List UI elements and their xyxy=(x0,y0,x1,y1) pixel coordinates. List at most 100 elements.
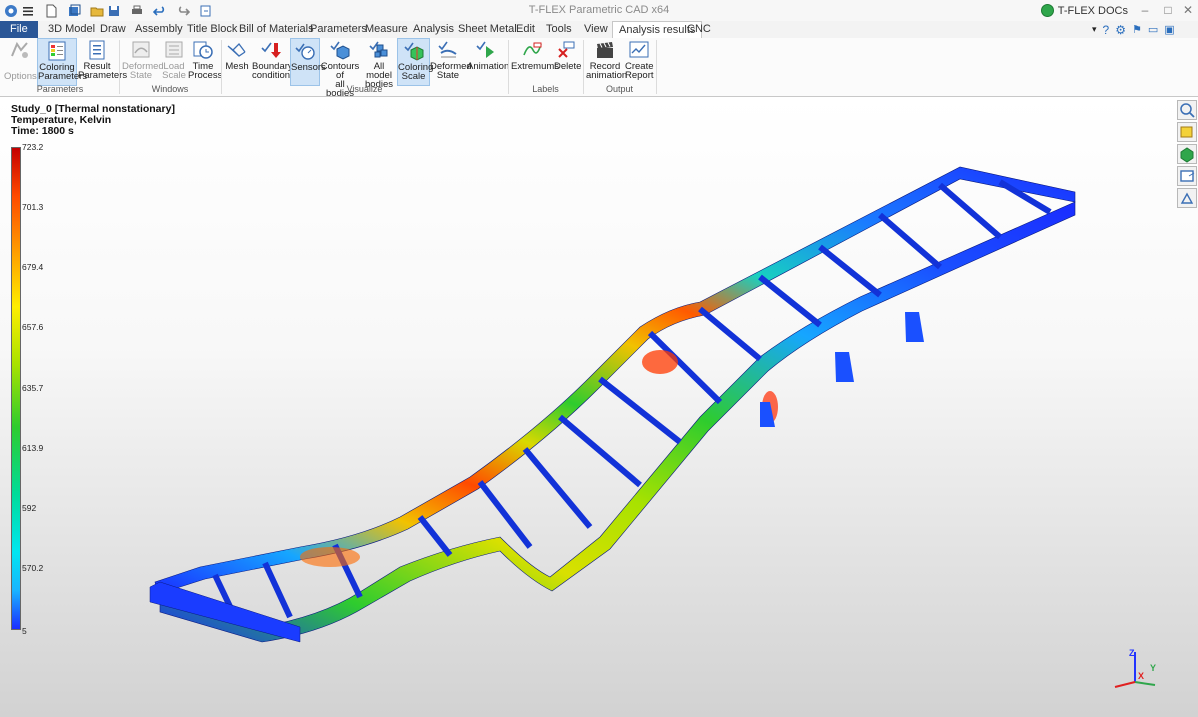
group-label-labels: Labels xyxy=(532,84,559,94)
scale-tick: 679.4 xyxy=(22,262,44,272)
mesh-icon xyxy=(226,40,248,60)
animation-button[interactable]: Animation xyxy=(467,38,509,84)
bracket xyxy=(905,312,924,342)
clock-icon xyxy=(192,40,214,60)
time-process-button[interactable]: Time Process xyxy=(188,38,222,84)
tab-draw[interactable]: Draw xyxy=(94,21,132,38)
group-label-output: Output xyxy=(605,84,634,94)
axis-z-label: Z xyxy=(1129,648,1135,658)
tab-measure[interactable]: Measure xyxy=(359,21,414,38)
boundary-conditions-icon xyxy=(259,40,281,60)
coloring-parameters-icon xyxy=(46,41,68,61)
tab-edit[interactable]: Edit xyxy=(510,21,541,38)
report-icon xyxy=(628,40,650,60)
deformed-state-window-button[interactable]: Deformed State xyxy=(122,38,164,84)
scale-tick: 613.9 xyxy=(22,443,44,453)
window-icon[interactable]: ▣ xyxy=(1164,23,1174,36)
load-scale-icon xyxy=(163,40,185,60)
shaded-view-icon[interactable] xyxy=(1177,144,1197,164)
tab-3d-model[interactable]: 3D Model xyxy=(42,21,101,38)
coloring-scale-button[interactable]: Coloring Scale xyxy=(397,38,433,86)
tab-file[interactable]: File xyxy=(0,21,38,38)
boundary-conditions-button[interactable]: Boundary conditions xyxy=(252,38,295,84)
group-separator xyxy=(583,40,584,94)
group-label-visualize: Visualize xyxy=(346,84,383,94)
window-title: T-FLEX Parametric CAD x64 xyxy=(528,4,670,16)
help-icon[interactable]: ? xyxy=(1103,23,1110,37)
tab-cnc[interactable]: CNC xyxy=(681,21,717,38)
docs-status-icon xyxy=(1040,4,1054,17)
all-model-bodies-icon xyxy=(368,40,390,60)
coloring-parameters-button[interactable]: Coloring Parameters xyxy=(37,38,87,86)
close-button[interactable]: ✕ xyxy=(1180,2,1196,18)
contours-icon xyxy=(329,40,351,60)
group-separator xyxy=(508,40,509,94)
play-icon xyxy=(475,40,497,60)
group-separator xyxy=(656,40,657,94)
deformed-state-window-icon xyxy=(130,40,152,60)
delete-labels-button[interactable]: Delete xyxy=(554,38,581,84)
title-bar: T-FLEX Parametric CAD x64 T-FLEX DOCs – … xyxy=(0,0,1198,21)
minimize-button[interactable]: – xyxy=(1137,2,1153,18)
group-separator xyxy=(119,40,120,94)
3d-viewport[interactable]: Z Y X xyxy=(0,97,1198,717)
group-label-windows: Windows xyxy=(151,84,189,94)
all-model-bodies-button[interactable]: All model bodies xyxy=(362,38,396,89)
flag-icon[interactable]: ⚑ xyxy=(1132,23,1142,36)
scale-tick: 570.2 xyxy=(22,563,44,573)
axis-x-label: X xyxy=(1138,671,1145,681)
section-view-icon[interactable] xyxy=(1177,188,1197,208)
load-scale-button[interactable]: Load Scale xyxy=(161,38,187,84)
panel-icon[interactable]: ▭ xyxy=(1148,23,1158,36)
clapperboard-icon xyxy=(594,40,616,60)
options-icon xyxy=(9,40,31,60)
deformed-state-button[interactable]: Deformed State xyxy=(430,38,472,84)
ribbon-tabs: File 3D Model Draw Assembly Title Block … xyxy=(0,21,1198,39)
hotspot xyxy=(642,350,678,374)
sensors-icon xyxy=(294,41,316,61)
contours-all-bodies-button[interactable]: Contours of all bodies xyxy=(320,38,360,98)
result-parameters-icon xyxy=(86,40,108,60)
scale-tick: 635.7 xyxy=(22,383,44,393)
color-scale-bar xyxy=(11,147,21,630)
sensors-button[interactable]: Sensors xyxy=(290,38,326,86)
record-animation-button[interactable]: Record animation xyxy=(586,38,627,84)
maximize-button[interactable]: □ xyxy=(1160,2,1176,18)
extremums-button[interactable]: Extremums xyxy=(511,38,559,84)
chevron-down-icon[interactable]: ▾ xyxy=(1092,24,1097,35)
result-parameters-button[interactable]: Result Parameters xyxy=(78,38,127,84)
delete-icon xyxy=(556,40,578,60)
scale-tick: 723.2 xyxy=(22,142,44,152)
zoom-icon[interactable] xyxy=(1177,100,1197,120)
tab-assembly[interactable]: Assembly xyxy=(129,21,189,38)
options-button[interactable]: Options xyxy=(4,38,37,84)
study-time: Time: 1800 s xyxy=(11,125,74,137)
axis-y-label: Y xyxy=(1150,663,1157,673)
frame-model-render[interactable] xyxy=(0,97,1198,717)
extremums-icon xyxy=(521,40,543,60)
deformed-state-icon xyxy=(437,40,459,60)
tab-view[interactable]: View xyxy=(578,21,614,38)
group-label-parameters: Parameters xyxy=(36,84,84,94)
ribbon: Options Coloring Parameters Result Param… xyxy=(0,38,1198,98)
mesh-button[interactable]: Mesh xyxy=(224,38,250,84)
right-tool-strip xyxy=(1177,100,1197,208)
gear-icon[interactable]: ⚙ xyxy=(1115,23,1126,37)
bracket xyxy=(835,352,854,382)
tflex-docs-button[interactable]: T-FLEX DOCs xyxy=(1040,4,1128,17)
coloring-scale-icon xyxy=(403,41,425,61)
create-report-button[interactable]: Create Report xyxy=(625,38,654,84)
group-separator xyxy=(221,40,222,94)
select-box-icon[interactable] xyxy=(1177,122,1197,142)
axis-triad xyxy=(1114,652,1156,688)
scale-tick: 5 xyxy=(22,626,27,636)
scale-tick: 701.3 xyxy=(22,202,44,212)
study-info: Study_0 [Thermal nonstationary] Temperat… xyxy=(11,104,175,137)
tab-right-tools: ▾ ? ⚙ ⚑ ▭ ▣ xyxy=(1092,22,1175,37)
view-mode-icon[interactable] xyxy=(1177,166,1197,186)
hotspot xyxy=(300,547,360,567)
scale-tick: 592 xyxy=(22,503,37,513)
docs-label: T-FLEX DOCs xyxy=(1057,4,1128,17)
scale-tick: 657.6 xyxy=(22,322,44,332)
tab-tools[interactable]: Tools xyxy=(540,21,578,38)
